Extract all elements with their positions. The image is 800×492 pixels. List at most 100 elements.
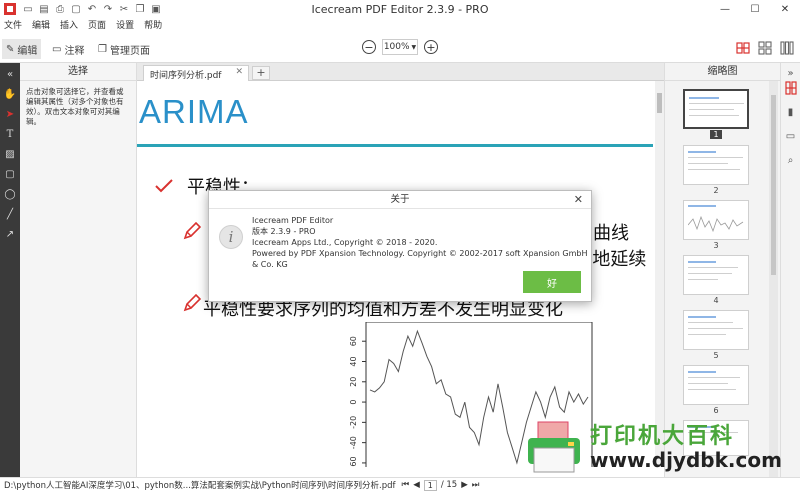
thumbnail-page[interactable] [683,89,749,129]
paste-icon[interactable]: ▣ [150,4,162,15]
thumbnail-page[interactable] [683,255,749,295]
minimize-icon[interactable]: — [710,0,740,18]
thumbnail-page-number: 1 [710,130,722,139]
thumbnail-page[interactable] [683,200,749,240]
tab-document[interactable]: 时间序列分析.pdf ✕ [143,65,249,81]
edit-mode-button[interactable]: ✎ 编辑 [2,39,42,59]
document-tab-strip: 时间序列分析.pdf ✕ + [137,63,664,81]
menu-help[interactable]: 帮助 [144,18,162,32]
document-scroll-thumb[interactable] [657,93,662,113]
left-tool-rail: « ✋ ➤ T ▨ ▢ ◯ ╱ ↗ [0,63,20,477]
search-icon[interactable]: ⌕ [784,153,798,167]
app-window: ▭ ▤ ⎙ ▢ ↶ ↷ ✂ ❐ ▣ Icecream PDF Editor 2.… [0,0,800,492]
checkmark-icon [155,179,173,193]
ellipse-tool-icon[interactable]: ◯ [3,187,17,201]
redo-icon[interactable]: ↷ [102,4,114,15]
expand-panel-icon[interactable]: » [784,66,798,80]
tab-document-label: 时间序列分析.pdf [150,71,222,81]
zoom-value: 100% [383,42,410,52]
manage-pages-button[interactable]: ❐ 管理页面 [94,39,154,59]
copy-icon[interactable]: ❐ [134,4,146,15]
edit-mode-label: 编辑 [17,45,38,57]
first-page-icon[interactable]: ⏮ [402,480,410,490]
menu-settings[interactable]: 设置 [116,18,134,32]
close-icon[interactable]: ✕ [770,0,800,18]
tab-close-icon[interactable]: ✕ [235,67,243,77]
save-as-icon[interactable]: ▤ [38,4,50,15]
manage-pages-label: 管理页面 [109,45,150,57]
slide-heading: ARIMA [139,93,249,130]
select-properties-panel: 选择 点击对象可选择它，并查看或编辑其属性（对多个对象也有效）。双击文本对象可对… [20,63,137,477]
menu-edit[interactable]: 编辑 [32,18,50,32]
pencil-bullet-icon [183,294,201,312]
select-panel-help: 点击对象可选择它，并查看或编辑其属性（对多个对象也有效）。双击文本对象可对其编辑… [26,87,124,126]
thumbnail-page-number: 5 [713,351,719,360]
zoom-select[interactable]: 100% ▼ [382,39,418,55]
thumbnail-page-number: 2 [713,186,719,195]
annotate-mode-button[interactable]: ▭ 注释 [48,39,88,59]
save-icon[interactable]: ▭ [22,4,34,15]
menu-insert[interactable]: 插入 [60,18,78,32]
comment-icon: ▭ [52,43,62,55]
page-number-input[interactable]: 1 [423,479,437,491]
thumbnails-view-icon[interactable] [784,81,797,95]
zoom-control: − 100% ▼ + [362,39,438,55]
undo-icon[interactable]: ↶ [86,4,98,15]
last-page-icon[interactable]: ⏭ [472,480,480,490]
page-navigator: ⏮ ◀ 1 / 15 ▶ ⏭ [402,479,480,491]
thumbnail-page[interactable] [683,310,749,350]
select-panel-title: 选择 [20,63,136,81]
ok-button[interactable]: 好 [523,271,581,293]
thumbnail-page[interactable] [683,145,749,185]
info-icon: i [219,225,243,249]
about-product-name: Icecream PDF Editor [252,216,334,225]
blank-doc-icon[interactable]: ▢ [70,4,82,15]
title-bar: ▭ ▤ ⎙ ▢ ↶ ↷ ✂ ❐ ▣ Icecream PDF Editor 2.… [0,0,800,18]
rectangle-tool-icon[interactable]: ▢ [3,167,17,181]
thumbnail-panel-title: 缩略图 [665,63,780,81]
thumbnail-page-number: 3 [713,241,719,250]
menu-page[interactable]: 页面 [88,18,106,32]
about-dialog-title: 关于 [209,191,591,209]
multi-page-view-icon[interactable] [780,41,794,55]
watermark-title: 打印机大百科 [590,424,735,449]
pencil-bullet-icon [183,222,201,240]
comments-icon[interactable]: ▭ [784,129,798,143]
text-tool-icon[interactable]: T [3,127,17,141]
about-copyright: Icecream Apps Ltd., Copyright © 2018 - 2… [252,238,438,247]
quick-access-toolbar: ▭ ▤ ⎙ ▢ ↶ ↷ ✂ ❐ ▣ [22,4,162,15]
collapse-panel-icon[interactable]: « [3,67,17,81]
bookmark-icon[interactable]: ▮ [784,105,798,119]
watermark-url: www.djydbk.com [590,448,782,472]
menu-bar: 文件 编辑 插入 页面 设置 帮助 [0,18,800,32]
menu-file[interactable]: 文件 [4,18,22,32]
dialog-close-icon[interactable]: ✕ [574,193,583,206]
y-tick-label: 40 [349,356,358,366]
single-page-view-icon[interactable] [736,41,750,55]
next-page-icon[interactable]: ▶ [461,480,468,490]
about-text: Icecream PDF Editor 版本 2.3.9 - PRO Icecr… [252,215,591,270]
printer-logo-icon [528,421,580,473]
chevron-down-icon: ▼ [411,43,417,51]
grid-view-icon[interactable] [758,41,772,55]
thumbnail-page[interactable] [683,365,749,405]
y-tick-label: -60 [349,456,358,467]
hand-tool-icon[interactable]: ✋ [3,87,17,101]
about-version: 版本 2.3.9 - PRO [252,227,316,236]
line-tool-icon[interactable]: ╱ [3,207,17,221]
arrow-tool-icon[interactable]: ↗ [3,227,17,241]
annotate-mode-label: 注释 [64,45,85,57]
maximize-icon[interactable]: ☐ [740,0,770,18]
image-tool-icon[interactable]: ▨ [3,147,17,161]
print-icon[interactable]: ⎙ [54,4,66,15]
main-toolbar: ✎ 编辑 ▭ 注释 ❐ 管理页面 − 100% ▼ + [0,35,800,63]
prev-page-icon[interactable]: ◀ [413,480,420,490]
select-tool-icon[interactable]: ➤ [3,107,17,121]
zoom-out-icon[interactable]: − [362,40,376,54]
thumbnail-scroll-thumb[interactable] [771,95,776,275]
y-tick-label: -40 [349,436,358,449]
y-tick-label: 0 [349,400,358,405]
new-tab-button[interactable]: + [252,66,270,80]
zoom-in-icon[interactable]: + [424,40,438,54]
cut-icon[interactable]: ✂ [118,4,130,15]
